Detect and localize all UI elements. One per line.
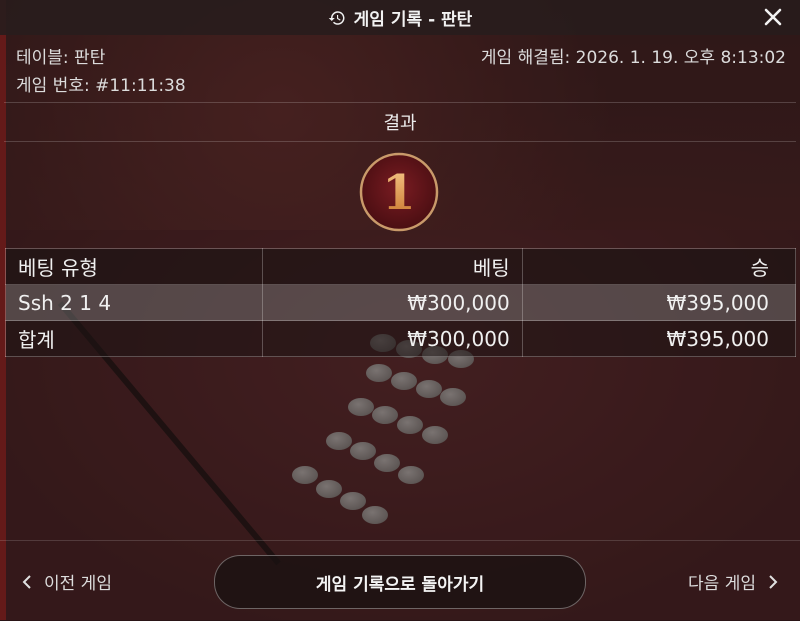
total-win: ₩395,000 — [521, 320, 797, 357]
previous-game-button[interactable]: 이전 게임 — [22, 569, 112, 594]
table-row: Ssh 2 1 4 ₩300,000 ₩395,000 — [4, 284, 797, 321]
next-game-label: 다음 게임 — [688, 574, 756, 594]
bets-table: 베팅 유형 베팅 승 Ssh 2 1 4 ₩300,000 ₩395,000 합… — [4, 248, 797, 357]
result-number: 1 — [382, 165, 415, 221]
win-amount-cell: ₩395,000 — [521, 284, 797, 321]
result-section-title: 결과 — [4, 102, 796, 142]
chevron-right-icon — [769, 574, 778, 589]
header-title-wrap: 게임 기록 - 판탄 — [328, 5, 473, 30]
back-to-history-button[interactable]: 게임 기록으로 돌아가기 — [214, 555, 586, 609]
close-button[interactable] — [760, 4, 786, 30]
history-icon — [328, 9, 346, 27]
total-row: 합계 ₩300,000 ₩395,000 — [4, 320, 797, 357]
dialog-title: 게임 기록 - 판탄 — [353, 10, 473, 30]
game-number: 게임 번호: #11:11:38 — [16, 76, 186, 96]
result-badge: 1 — [359, 152, 439, 232]
total-label: 합계 — [4, 320, 264, 357]
col-win: 승 — [521, 248, 797, 285]
bets-header-row: 베팅 유형 베팅 승 — [4, 248, 797, 285]
col-bet-type: 베팅 유형 — [4, 248, 264, 285]
next-game-button[interactable]: 다음 게임 — [688, 569, 778, 594]
game-resolved-time: 게임 해결됨: 2026. 1. 19. 오후 8:13:02 — [480, 48, 786, 68]
chevron-left-icon — [22, 574, 31, 589]
previous-game-label: 이전 게임 — [44, 574, 112, 594]
bet-type-cell: Ssh 2 1 4 — [4, 284, 264, 321]
total-bet: ₩300,000 — [262, 320, 523, 357]
close-icon — [764, 8, 782, 26]
dialog-header: 게임 기록 - 판탄 — [0, 0, 800, 35]
game-info: 테이블: 판탄 게임 번호: #11:11:38 게임 해결됨: 2026. 1… — [16, 40, 786, 100]
table-name: 테이블: 판탄 — [16, 48, 106, 68]
col-bet: 베팅 — [262, 248, 523, 285]
dialog-footer: 이전 게임 게임 기록으로 돌아가기 다음 게임 — [0, 540, 800, 621]
bet-amount-cell: ₩300,000 — [262, 284, 523, 321]
